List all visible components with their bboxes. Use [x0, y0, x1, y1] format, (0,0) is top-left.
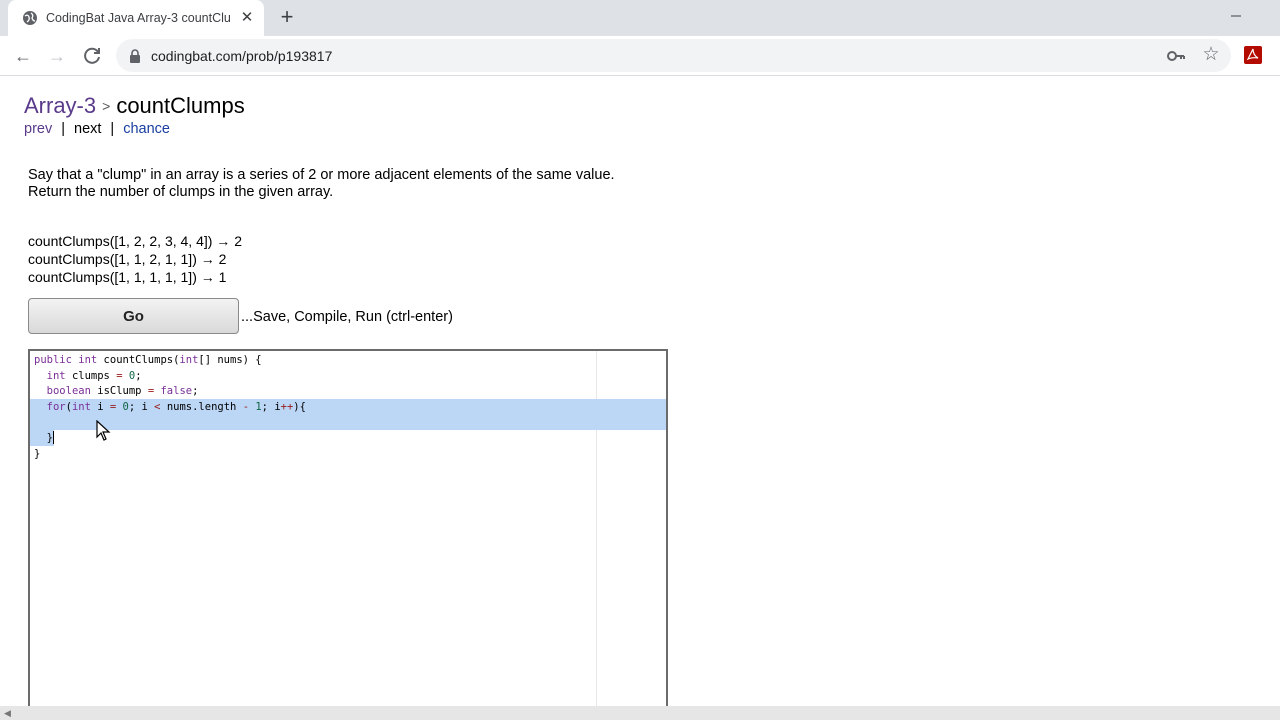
scroll-left-icon[interactable]: ◀ [4, 708, 11, 719]
forward-icon[interactable]: → [45, 44, 69, 68]
code-editor[interactable]: public int countClumps(int[] nums) { int… [28, 349, 668, 709]
breadcrumb-separator: > [102, 98, 111, 114]
code-line: int clumps = 0; [46, 369, 142, 382]
pdf-extension-icon[interactable] [1244, 46, 1262, 64]
new-tab-icon[interactable]: + [276, 6, 298, 28]
example-line: countClumps([1, 2, 2, 3, 4, 4]) → 2 [28, 233, 242, 249]
url-text: codingbat.com/prob/p193817 [151, 48, 333, 64]
reload-icon[interactable] [80, 44, 104, 68]
page-title: countClumps [116, 93, 245, 118]
example-line: countClumps([1, 1, 2, 1, 1]) → 2 [28, 251, 227, 267]
prev-link[interactable]: prev [24, 121, 52, 137]
close-tab-icon[interactable]: ✕ [238, 9, 256, 27]
nav-separator: | [110, 121, 115, 137]
breadcrumb: Array-3 > countClumps [24, 92, 245, 122]
go-button[interactable]: Go [28, 298, 239, 334]
next-link[interactable]: next [74, 121, 101, 137]
code-line: } [34, 447, 41, 460]
code-line: for(int i = 0; i < nums.length - 1; i++)… [46, 400, 306, 413]
breadcrumb-array3-link[interactable]: Array-3 [24, 93, 96, 118]
chance-link[interactable]: chance [123, 121, 170, 137]
back-icon[interactable]: ← [11, 44, 35, 68]
tab-strip: CodingBat Java Array-3 countClu ✕ + [0, 0, 1280, 36]
text-caret [52, 431, 54, 445]
mouse-pointer-icon [96, 420, 111, 441]
lock-icon[interactable] [128, 48, 142, 64]
code-line: } [34, 431, 54, 445]
minimize-icon[interactable] [1226, 6, 1246, 26]
globe-icon [23, 11, 37, 25]
browser-toolbar: ← → codingbat.com/prob/p193817 ☆ [0, 36, 1280, 76]
code-line: boolean isClump = false; [46, 385, 199, 398]
problem-nav: prev | next | chance [24, 120, 170, 138]
horizontal-scrollbar[interactable]: ◀ [0, 706, 1280, 720]
code-line: public int countClumps(int[] nums) { [34, 354, 262, 366]
address-bar[interactable]: codingbat.com/prob/p193817 ☆ [116, 39, 1231, 72]
code-lines: public int countClumps(int[] nums) { int… [34, 353, 306, 462]
example-line: countClumps([1, 1, 1, 1, 1]) → 1 [28, 269, 227, 285]
key-icon[interactable] [1166, 47, 1186, 65]
go-hint: ...Save, Compile, Run (ctrl-enter) [241, 309, 453, 325]
examples-list: countClumps([1, 2, 2, 3, 4, 4]) → 2 coun… [28, 232, 242, 286]
problem-description: Say that a "clump" in an array is a seri… [28, 167, 615, 200]
tab-title: CodingBat Java Array-3 countClu [46, 11, 231, 25]
bookmark-star-icon[interactable]: ☆ [1200, 44, 1222, 66]
nav-separator: | [61, 121, 65, 137]
browser-tab[interactable]: CodingBat Java Array-3 countClu ✕ [8, 0, 264, 36]
